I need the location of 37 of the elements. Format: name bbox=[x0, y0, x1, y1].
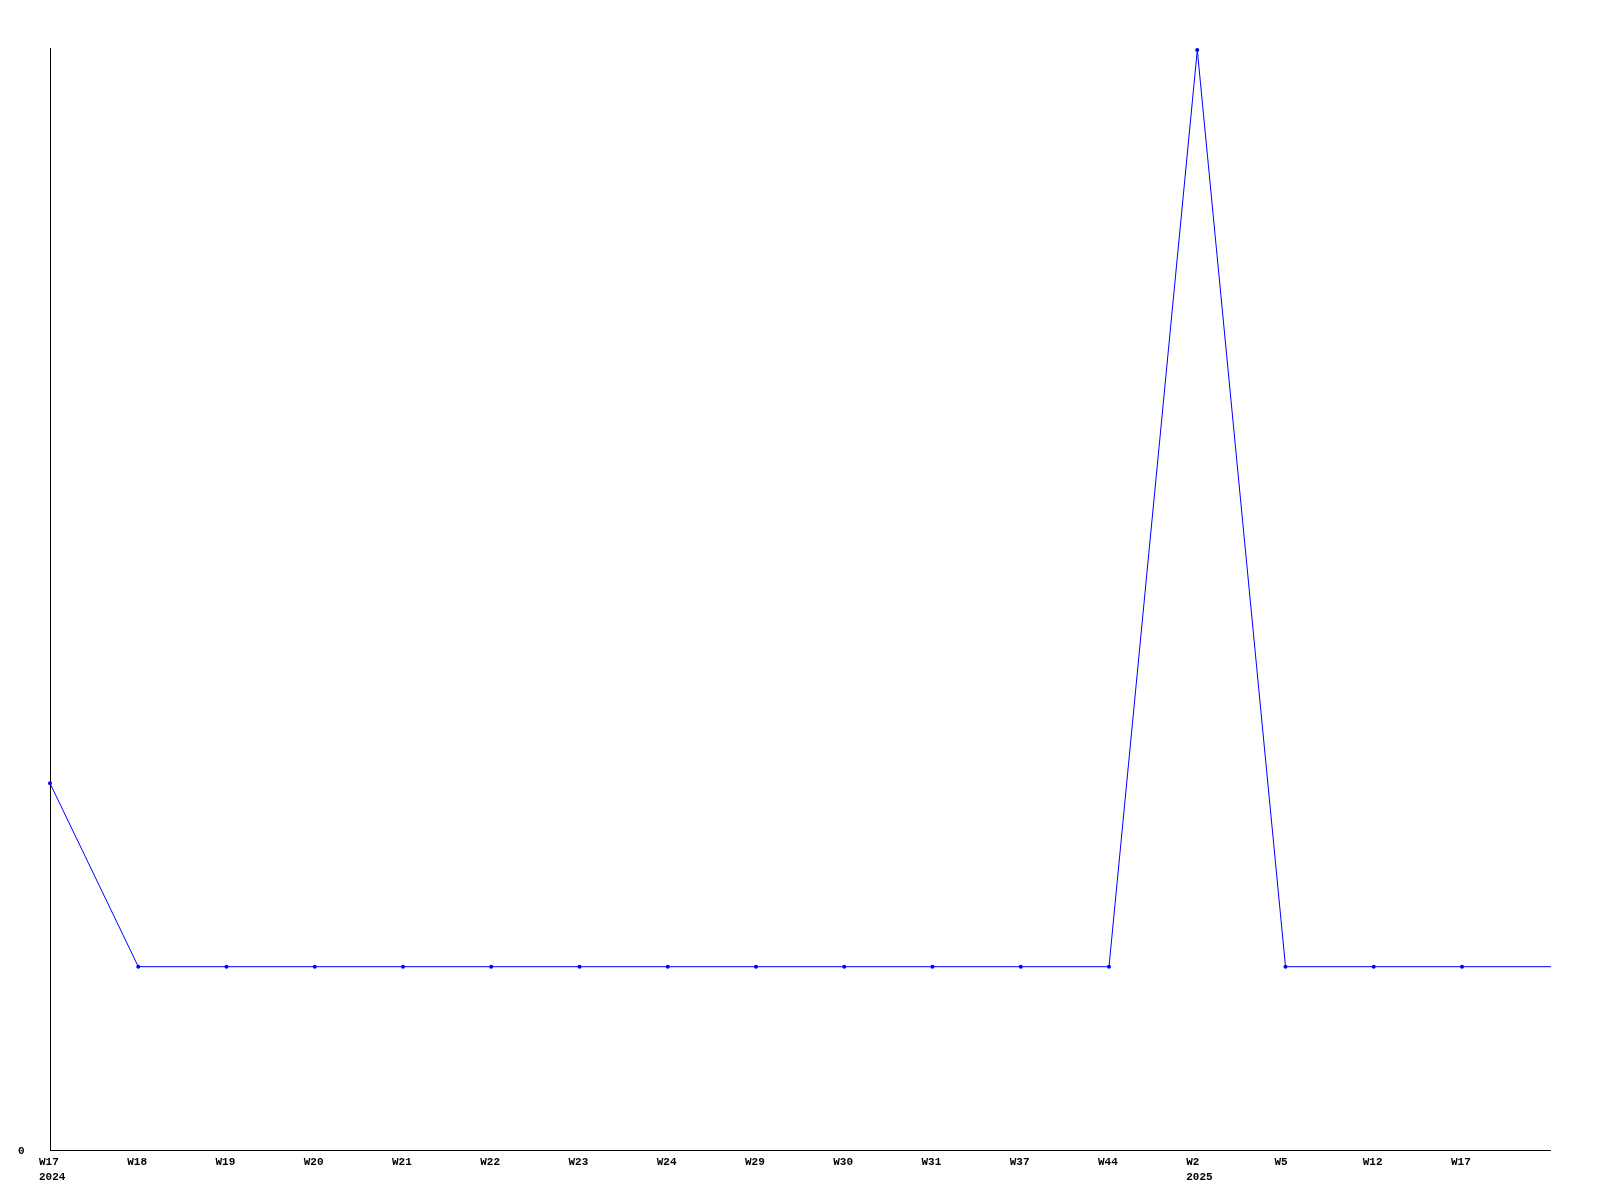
axis-label: W22 bbox=[480, 1156, 501, 1168]
data-point bbox=[1283, 964, 1288, 969]
year-label: 2025 bbox=[1186, 1171, 1213, 1183]
axis-label: W31 bbox=[921, 1156, 942, 1168]
axis-label: W37 bbox=[1009, 1156, 1030, 1168]
axis-label: W20 bbox=[303, 1156, 324, 1168]
data-point bbox=[665, 964, 670, 969]
axis-label: W21 bbox=[392, 1156, 412, 1168]
axis-label: W5 bbox=[1274, 1156, 1288, 1168]
data-point bbox=[754, 964, 758, 969]
data-point bbox=[489, 964, 494, 969]
axis-label: W12 bbox=[1362, 1156, 1383, 1168]
axis-label: W24 bbox=[656, 1156, 677, 1168]
data-point bbox=[1195, 48, 1200, 52]
data-point bbox=[1018, 964, 1023, 969]
axis-label: W18 bbox=[127, 1156, 148, 1168]
data-point bbox=[136, 964, 141, 969]
data-point bbox=[930, 964, 935, 969]
axis-label: W17 bbox=[1451, 1156, 1471, 1168]
data-point bbox=[312, 964, 317, 969]
data-point bbox=[1107, 964, 1111, 969]
data-point bbox=[1371, 964, 1376, 969]
year-label: 2024 bbox=[39, 1171, 66, 1183]
axis-label: W29 bbox=[745, 1156, 765, 1168]
data-point bbox=[842, 964, 847, 969]
axis-label: W17 bbox=[39, 1156, 59, 1168]
data-point bbox=[401, 964, 405, 969]
data-point bbox=[48, 781, 52, 786]
axis-label: W44 bbox=[1098, 1156, 1118, 1168]
axis-label: W19 bbox=[215, 1156, 236, 1168]
axis-tick-label: 0 bbox=[18, 1145, 25, 1157]
axis-label: W2 bbox=[1186, 1156, 1200, 1168]
axis-label: W23 bbox=[568, 1156, 589, 1168]
data-point bbox=[1460, 964, 1464, 969]
data-point bbox=[577, 964, 582, 969]
axis-label: W30 bbox=[833, 1156, 854, 1168]
data-point bbox=[224, 964, 229, 969]
